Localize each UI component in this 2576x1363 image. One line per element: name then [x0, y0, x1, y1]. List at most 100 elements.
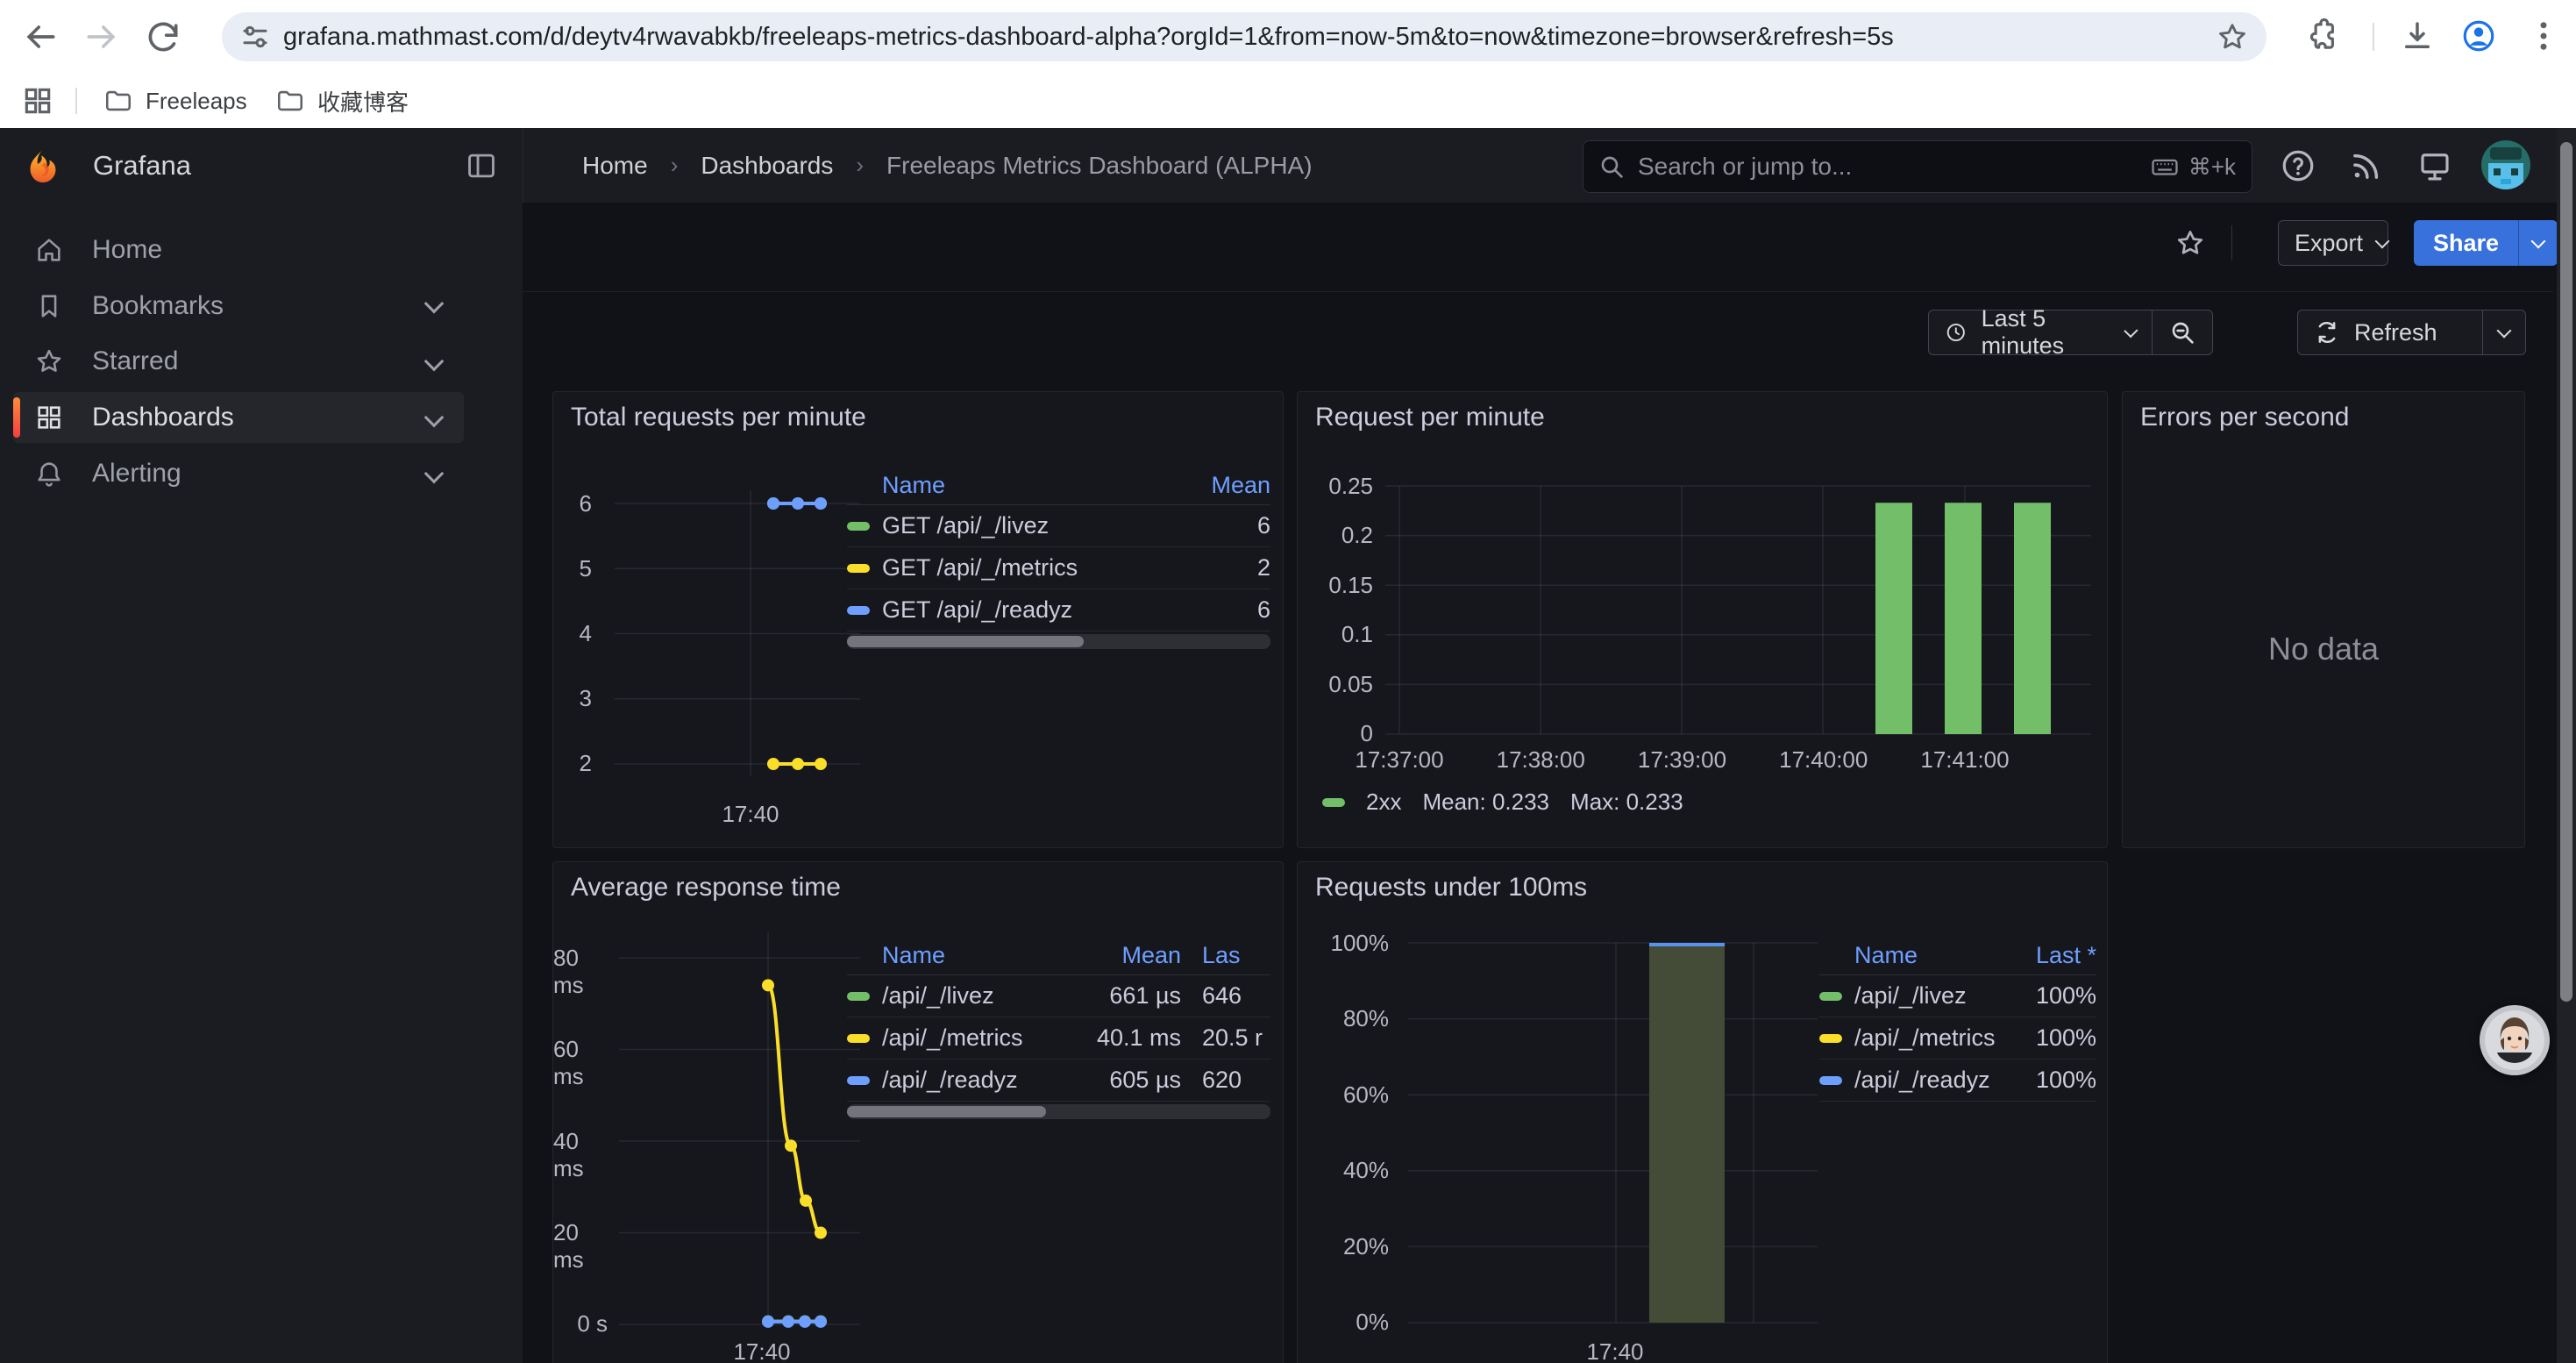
download-icon[interactable]	[2399, 18, 2437, 56]
series-swatch	[847, 564, 870, 573]
breadcrumb-current-page: Freeleaps Metrics Dashboard (ALPHA)	[886, 152, 1313, 180]
export-button[interactable]: Export	[2278, 220, 2388, 266]
column-mean[interactable]: Mean	[1200, 472, 1270, 499]
panel-title[interactable]: Requests under 100ms	[1315, 873, 1587, 903]
series-name[interactable]: /api/_/livez	[882, 982, 1076, 1010]
apps-grid-icon[interactable]	[21, 84, 54, 118]
share-label[interactable]: Share	[2414, 220, 2518, 266]
series-swatch	[847, 606, 870, 615]
back-icon[interactable]	[21, 18, 60, 56]
series-swatch	[847, 1076, 870, 1085]
dashboard-canvas: Export Share Last 5 minutes	[523, 203, 2576, 1363]
bookmark-label: Freeleaps	[146, 88, 247, 115]
table-scrollbar[interactable]	[847, 1104, 1270, 1119]
sidebar-item-starred[interactable]: Starred	[13, 336, 464, 387]
scrollbar-thumb[interactable]	[2560, 142, 2572, 1002]
extensions-icon[interactable]	[2304, 18, 2343, 56]
toolbar-divider-line	[523, 291, 2553, 292]
panel-title[interactable]: Request per minute	[1315, 403, 1545, 432]
forward-icon[interactable]	[82, 18, 121, 56]
bookmark-star-icon[interactable]	[2216, 20, 2249, 54]
sidebar-item-label: Bookmarks	[92, 291, 427, 321]
table-row[interactable]: /api/_/livez 100%	[1819, 975, 2096, 1017]
series-name[interactable]: /api/_/metrics	[882, 1024, 1076, 1052]
time-range-segment[interactable]: Last 5 minutes	[1929, 310, 2152, 354]
series-name[interactable]: GET /api/_/livez	[882, 512, 1200, 539]
series-name[interactable]: /api/_/metrics	[1854, 1024, 2009, 1052]
zoom-out-button[interactable]	[2153, 310, 2212, 354]
brand-name[interactable]: Grafana	[93, 128, 191, 203]
series-name[interactable]: /api/_/readyz	[1854, 1067, 2009, 1094]
column-last[interactable]: Last *	[2009, 942, 2096, 969]
table-row[interactable]: /api/_/readyz 605 µs 620	[847, 1060, 1270, 1102]
legend-table: Name Mean GET /api/_/livez 6 GET /api/_/…	[847, 466, 1270, 649]
sidebar-item-alerting[interactable]: Alerting	[13, 448, 464, 499]
column-name[interactable]: Name	[847, 472, 1200, 499]
series-mean: 6	[1200, 596, 1270, 624]
sidebar-item-label: Home	[92, 235, 464, 265]
bookmark-folder-freeleaps[interactable]: Freeleaps	[91, 81, 260, 121]
bookmark-label: 收藏博客	[317, 85, 409, 118]
sidebar-item-bookmarks[interactable]: Bookmarks	[13, 281, 464, 332]
column-name[interactable]: Name	[1819, 942, 2009, 969]
series-swatch	[847, 1034, 870, 1043]
panel-request-per-minute: Request per minute 0.250.2 0.150.1 0.050…	[1297, 391, 2108, 848]
chevron-down-icon	[424, 464, 445, 484]
series-name[interactable]: GET /api/_/metrics	[882, 554, 1200, 582]
table-scrollbar[interactable]	[847, 634, 1270, 649]
url-bar[interactable]: grafana.mathmast.com/d/deytv4rwavabkb/fr…	[222, 12, 2266, 61]
refresh-button[interactable]: Refresh	[2298, 310, 2482, 354]
panel-title[interactable]: Average response time	[571, 873, 841, 903]
breadcrumb-home[interactable]: Home	[582, 152, 648, 180]
time-range-label: Last 5 minutes	[1982, 305, 2113, 360]
news-rss-icon[interactable]	[2348, 147, 2385, 184]
series-name[interactable]: /api/_/livez	[1854, 982, 2009, 1010]
grafana-logo[interactable]	[25, 147, 61, 184]
y-axis: 0.250.2 0.150.1 0.050	[1298, 473, 1373, 747]
search-input[interactable]: Search or jump to... ⌘+k	[1583, 140, 2252, 193]
floating-assistant-avatar[interactable]	[2480, 1005, 2550, 1075]
time-range-picker[interactable]: Last 5 minutes	[1928, 310, 2213, 355]
y-axis: 80 ms60 ms 40 ms20 ms 0 s	[553, 945, 608, 1338]
page-scrollbar[interactable]	[2557, 128, 2576, 1363]
sidebar-item-label: Dashboards	[92, 403, 427, 432]
help-icon[interactable]	[2280, 147, 2316, 184]
bookmark-folder-blogs[interactable]: 收藏博客	[263, 81, 421, 121]
y-axis: 100%80% 60%40% 20%0%	[1298, 930, 1389, 1336]
sidebar-item-dashboards[interactable]: Dashboards	[13, 392, 464, 443]
profile-icon[interactable]	[2460, 18, 2499, 56]
table-row[interactable]: GET /api/_/metrics 2	[847, 547, 1270, 589]
sidebar-item-home[interactable]: Home	[13, 225, 464, 275]
dock-sidebar-icon[interactable]	[465, 149, 498, 182]
panel-title[interactable]: Total requests per minute	[571, 403, 866, 432]
favorite-star-icon[interactable]	[2174, 227, 2206, 259]
legend[interactable]: 2xx Mean: 0.233 Max: 0.233	[1322, 789, 1683, 816]
share-button[interactable]: Share	[2414, 220, 2558, 266]
refresh-button-group[interactable]: Refresh	[2297, 310, 2526, 355]
table-row[interactable]: /api/_/readyz 100%	[1819, 1060, 2096, 1102]
breadcrumb-dashboards[interactable]: Dashboards	[701, 152, 833, 180]
share-dropdown[interactable]	[2518, 220, 2558, 266]
table-row[interactable]: GET /api/_/readyz 6	[847, 589, 1270, 632]
panel-title[interactable]: Errors per second	[2140, 403, 2349, 432]
table-row[interactable]: /api/_/livez 661 µs 646	[847, 975, 1270, 1017]
series-name[interactable]: /api/_/readyz	[882, 1067, 1076, 1094]
series-name[interactable]: GET /api/_/readyz	[882, 596, 1200, 624]
site-settings-icon[interactable]	[239, 21, 271, 53]
toolbar-divider	[2373, 23, 2374, 51]
table-row[interactable]: /api/_/metrics 100%	[1819, 1017, 2096, 1060]
series-mean: 40.1 ms	[1076, 1024, 1181, 1052]
url-text[interactable]: grafana.mathmast.com/d/deytv4rwavabkb/fr…	[283, 23, 2216, 52]
table-row[interactable]: GET /api/_/livez 6	[847, 505, 1270, 547]
table-row[interactable]: /api/_/metrics 40.1 ms 20.5 r	[847, 1017, 1270, 1060]
column-name[interactable]: Name	[847, 942, 1076, 969]
series-name[interactable]: 2xx	[1366, 789, 1401, 816]
browser-menu-icon[interactable]	[2525, 18, 2564, 56]
user-avatar[interactable]	[2481, 140, 2530, 189]
column-mean[interactable]: Mean	[1076, 942, 1181, 969]
refresh-interval-dropdown[interactable]	[2483, 310, 2525, 354]
reload-icon[interactable]	[144, 18, 182, 56]
column-last[interactable]: Las	[1181, 942, 1270, 969]
legend-header: Name Mean Las	[847, 936, 1270, 975]
monitor-icon[interactable]	[2416, 147, 2453, 184]
